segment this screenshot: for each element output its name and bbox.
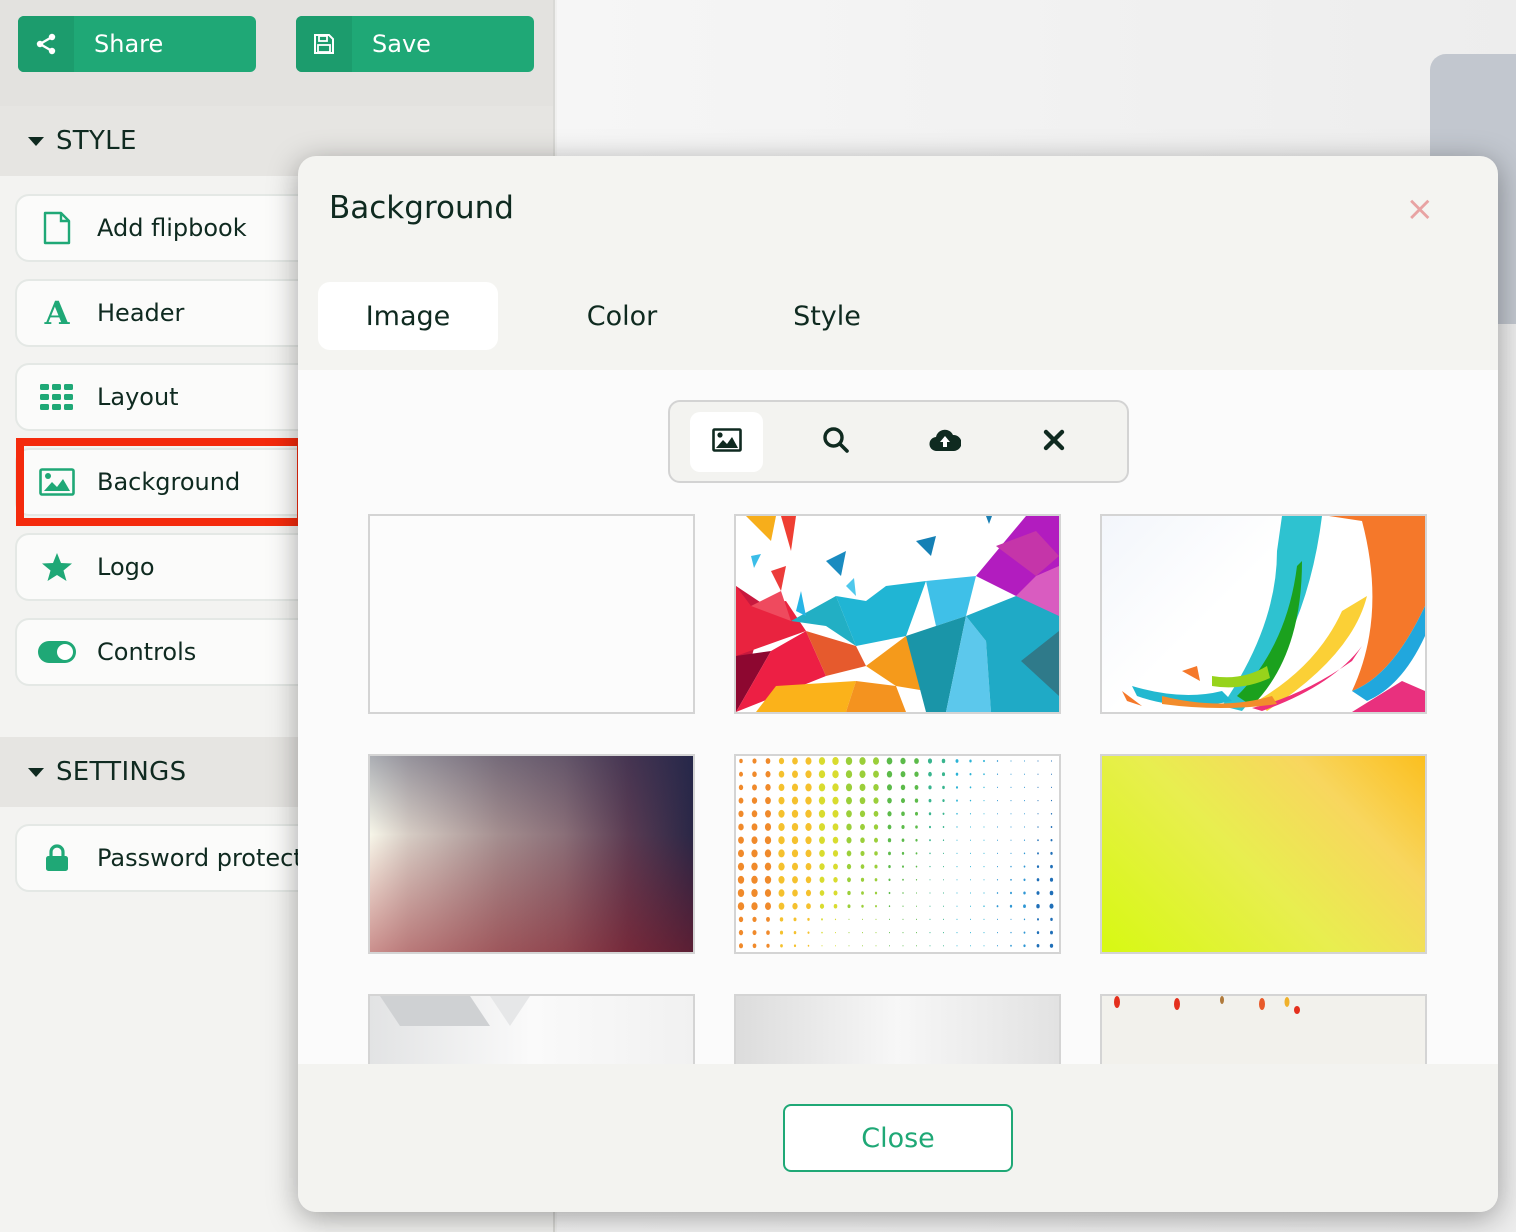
thumbnail-rainbow-swoosh[interactable] bbox=[1100, 514, 1427, 714]
document-icon bbox=[17, 211, 97, 245]
tab-style[interactable]: Style bbox=[746, 282, 908, 350]
close-button[interactable]: Close bbox=[783, 1104, 1013, 1172]
image-gallery bbox=[298, 370, 1498, 1064]
sidebar-item-label: Logo bbox=[97, 553, 155, 581]
grid-icon bbox=[17, 384, 97, 410]
search-icon bbox=[822, 426, 850, 458]
thumbnail-yellow-gradient[interactable] bbox=[1100, 754, 1427, 954]
toggle-icon bbox=[17, 641, 97, 663]
close-icon[interactable]: × bbox=[1406, 192, 1435, 226]
style-section-title: STYLE bbox=[56, 126, 137, 156]
thumbnail-colorful-polygons[interactable] bbox=[734, 514, 1061, 714]
thumbnail-gray-silver[interactable] bbox=[734, 994, 1061, 1064]
upload-image-button[interactable] bbox=[909, 412, 982, 472]
settings-section-title: SETTINGS bbox=[56, 757, 187, 787]
modal-tabs: Image Color Style bbox=[318, 282, 908, 350]
share-button[interactable]: Share bbox=[18, 16, 256, 72]
sidebar-item-label: Add flipbook bbox=[97, 214, 247, 242]
thumbnail-dark-gradient[interactable] bbox=[368, 754, 695, 954]
sidebar-item-label: Header bbox=[97, 299, 185, 327]
sidebar-item-label: Controls bbox=[97, 638, 197, 666]
font-icon: A bbox=[44, 294, 70, 332]
star-icon bbox=[17, 552, 97, 582]
caret-down-icon bbox=[28, 136, 44, 146]
caret-down-icon bbox=[28, 767, 44, 777]
save-button-label: Save bbox=[372, 30, 431, 58]
tab-color[interactable]: Color bbox=[498, 282, 746, 350]
remove-image-button[interactable] bbox=[1018, 412, 1091, 472]
image-icon bbox=[17, 468, 97, 496]
background-modal: Background × Image Color Style Close bbox=[298, 156, 1498, 1212]
image-source-toolbar bbox=[668, 400, 1129, 483]
gallery-source-button[interactable] bbox=[690, 411, 764, 472]
image-icon bbox=[711, 427, 742, 456]
cloud-upload-icon bbox=[929, 428, 962, 456]
share-button-label: Share bbox=[94, 30, 164, 58]
save-button[interactable]: Save bbox=[296, 16, 534, 72]
sidebar-item-label: Layout bbox=[97, 383, 179, 411]
thumbnail-gray-abstract[interactable] bbox=[368, 994, 695, 1064]
tab-image[interactable]: Image bbox=[318, 282, 498, 350]
sidebar-item-label: Password protect bbox=[97, 844, 303, 872]
sidebar-item-label: Background bbox=[97, 468, 241, 496]
search-images-button[interactable] bbox=[799, 412, 872, 472]
thumbnail-confetti[interactable] bbox=[1100, 994, 1427, 1064]
lock-icon bbox=[17, 844, 97, 872]
share-icon bbox=[18, 16, 74, 72]
modal-title: Background bbox=[329, 190, 514, 226]
sidebar-toolbar: Share Save bbox=[0, 0, 553, 106]
floppy-disk-icon bbox=[296, 16, 352, 72]
thumbnail-blank[interactable] bbox=[368, 514, 695, 714]
remove-icon bbox=[1043, 429, 1065, 455]
thumbnail-halftone-dots[interactable] bbox=[734, 754, 1061, 954]
modal-footer: Close bbox=[298, 1064, 1498, 1212]
